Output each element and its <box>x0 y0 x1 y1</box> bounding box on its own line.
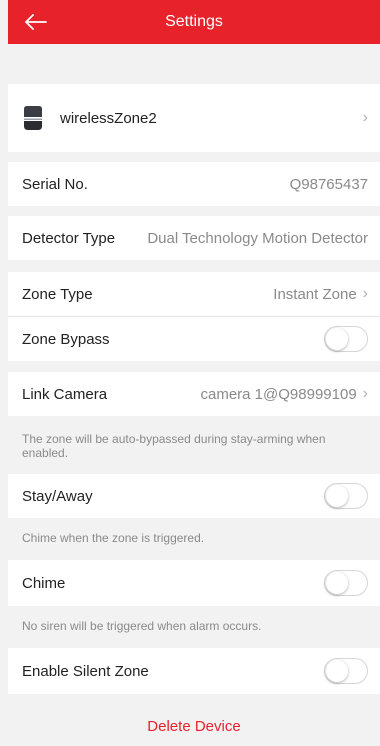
device-name: wirelessZone2 <box>60 109 157 127</box>
stay-away-label: Stay/Away <box>22 487 93 505</box>
chevron-right-icon: › <box>362 285 368 302</box>
chime-hint: Chime when the zone is triggered. <box>22 531 205 545</box>
zone-bypass-toggle[interactable] <box>324 326 368 352</box>
top-bar: Settings <box>8 0 380 44</box>
silent-zone-toggle[interactable] <box>324 658 368 684</box>
link-camera-label: Link Camera <box>22 385 108 403</box>
page-title: Settings <box>165 13 223 30</box>
serial-number-value: Q98765437 <box>289 175 368 193</box>
link-camera-row[interactable]: Link Camera camera 1@Q98999109 › <box>8 372 380 416</box>
back-button[interactable] <box>22 9 50 35</box>
detector-type-value: Dual Technology Motion Detector <box>147 229 368 247</box>
detector-type-row: Detector Type Dual Technology Motion Det… <box>8 216 380 260</box>
delete-device-button[interactable]: Delete Device <box>8 706 380 746</box>
zone-bypass-label: Zone Bypass <box>22 330 110 348</box>
stay-away-toggle[interactable] <box>324 483 368 509</box>
silent-zone-hint: No siren will be triggered when alarm oc… <box>22 619 262 633</box>
silent-zone-label: Enable Silent Zone <box>22 662 149 680</box>
silent-zone-row: Enable Silent Zone <box>8 648 380 694</box>
toggle-knob <box>326 572 348 594</box>
serial-number-row: Serial No. Q98765437 <box>8 162 380 206</box>
device-row[interactable]: wirelessZone2 › <box>8 84 380 152</box>
zone-type-label: Zone Type <box>22 285 93 303</box>
chime-toggle[interactable] <box>324 570 368 596</box>
zone-type-row[interactable]: Zone Type Instant Zone › <box>8 272 380 316</box>
zone-bypass-row: Zone Bypass <box>8 317 380 361</box>
zone-type-value: Instant Zone <box>273 285 357 303</box>
toggle-knob <box>326 485 348 507</box>
detector-device-icon <box>22 105 44 131</box>
chevron-right-icon: › <box>362 385 368 402</box>
chime-label: Chime <box>22 574 66 592</box>
serial-number-label: Serial No. <box>22 175 88 193</box>
toggle-knob <box>326 660 348 682</box>
chime-row: Chime <box>8 560 380 606</box>
toggle-knob <box>326 328 348 350</box>
stay-away-hint: The zone will be auto-bypassed during st… <box>22 432 326 460</box>
chevron-right-icon: › <box>362 109 368 126</box>
stay-away-row: Stay/Away <box>8 474 380 518</box>
link-camera-value: camera 1@Q98999109 <box>200 385 357 403</box>
arrow-left-icon <box>25 14 47 30</box>
detector-type-label: Detector Type <box>22 229 116 247</box>
